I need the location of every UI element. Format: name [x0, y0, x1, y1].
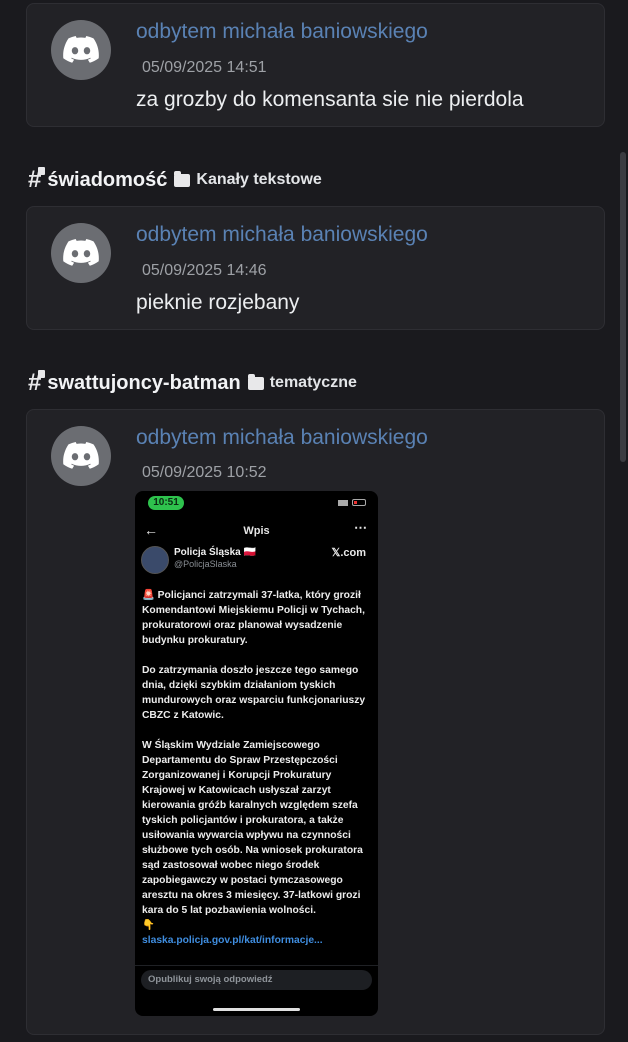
chat-export-view: odbytem michała baniowskiego 05/09/2025 … [0, 0, 628, 1042]
discord-logo-icon [63, 36, 99, 63]
folder-icon [247, 373, 264, 390]
discord-logo-icon [63, 239, 99, 266]
message-timestamp: 05/09/2025 14:46 [142, 262, 267, 279]
avatar[interactable] [51, 426, 111, 486]
message-text: pieknie rozjebany [136, 291, 300, 314]
post-link: slaska.policja.gov.pl/kat/informacje... [142, 935, 323, 946]
discord-logo-icon [63, 442, 99, 469]
pointer-emoji: 👇 [142, 920, 155, 931]
signal-icon [338, 499, 348, 506]
message-card: odbytem michała baniowskiego 05/09/2025 … [26, 206, 605, 330]
status-time: 10:51 [148, 496, 184, 510]
hashtag-lock-icon: # [28, 166, 46, 194]
channel-header: # swattujoncy-batman tematyczne [28, 368, 357, 398]
channel-header: # świadomość Kanały tekstowe [28, 165, 322, 195]
avatar[interactable] [51, 20, 111, 80]
hashtag-lock-icon: # [28, 369, 46, 397]
post-topbar: ← Wpis ⋯ [135, 520, 378, 543]
home-indicator [213, 1008, 300, 1011]
battery-icon [352, 499, 366, 506]
channel-category: Kanały tekstowe [196, 171, 322, 188]
message-timestamp: 05/09/2025 14:51 [142, 59, 267, 76]
attachment-image[interactable]: 10:51 ← Wpis ⋯ Policja Śląska 🇵🇱 @Policj… [135, 491, 378, 1016]
scrollbar-thumb[interactable] [620, 152, 626, 462]
post-title: Wpis [243, 525, 270, 537]
message-text: za grozby do komensanta sie nie pierdola [136, 88, 524, 111]
account-handle: @PolicjaSlaska [174, 559, 237, 569]
post-paragraph: 🚨 Policjanci zatrzymali 37-latka, który … [142, 590, 365, 646]
channel-name[interactable]: świadomość [47, 169, 167, 192]
folder-icon [174, 170, 191, 187]
message-author[interactable]: odbytem michała baniowskiego [136, 20, 428, 44]
reply-input: Opublikuj swoją odpowiedź [141, 970, 372, 990]
account-name: Policja Śląska 🇵🇱 [174, 547, 256, 558]
message-timestamp: 05/09/2025 10:52 [142, 464, 267, 481]
channel-category: tematyczne [269, 374, 357, 391]
channel-name[interactable]: swattujoncy-batman [47, 372, 240, 395]
message-card: odbytem michała baniowskiego 05/09/2025 … [26, 3, 605, 127]
avatar[interactable] [51, 223, 111, 283]
message-author[interactable]: odbytem michała baniowskiego [136, 426, 428, 450]
message-author[interactable]: odbytem michała baniowskiego [136, 223, 428, 247]
divider [135, 965, 378, 966]
more-options-icon: ⋯ [354, 520, 367, 535]
post-paragraph: W Śląskim Wydziale Zamiejscowego Departa… [142, 740, 363, 916]
platform-label: 𝕏.com [331, 547, 366, 559]
account-avatar [141, 546, 169, 574]
post-body: 🚨 Policjanci zatrzymali 37-latka, który … [142, 588, 372, 948]
status-icons [338, 499, 366, 506]
post-paragraph: Do zatrzymania doszło jeszcze tego sameg… [142, 665, 366, 721]
